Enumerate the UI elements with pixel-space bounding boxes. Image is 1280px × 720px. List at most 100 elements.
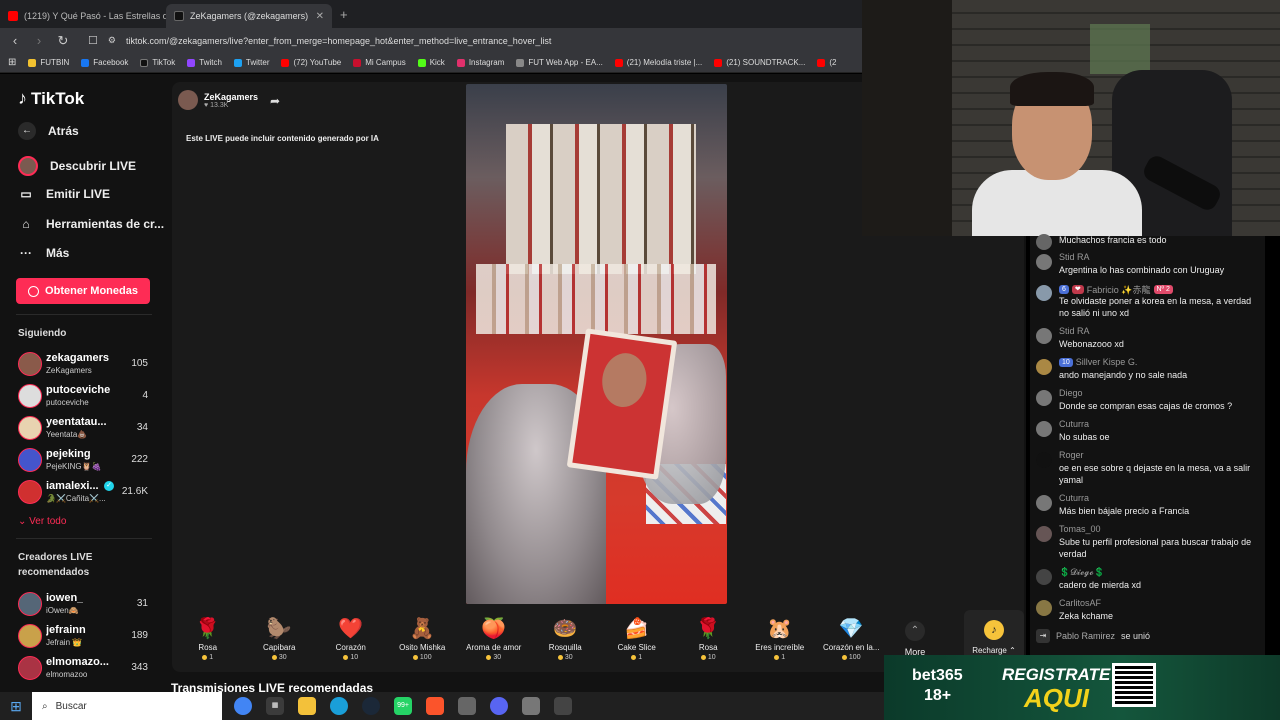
tiktok-logo[interactable]: ♪ TikTok [18, 88, 84, 109]
host-info[interactable]: ZeKagamers ♥ 13.3K [178, 90, 258, 110]
back-icon[interactable]: ‹ [8, 33, 22, 48]
apps-grid-icon[interactable]: ⊞ [8, 57, 16, 68]
chat-username[interactable]: Stid RA [1059, 252, 1090, 262]
taskbar-search[interactable]: ⌕ Buscar [32, 692, 222, 720]
following-account[interactable]: pejeking PejeKING🦉🍇 222 [18, 446, 148, 476]
chat-username[interactable]: CarlitosAF [1059, 598, 1101, 608]
gift-item[interactable]: 🧸 Osito Mishka 100 [387, 617, 459, 661]
join-notice: ⇥ Pablo Ramirez se unió [1036, 629, 1150, 643]
live-video[interactable] [466, 84, 727, 604]
steam-icon[interactable] [362, 697, 380, 715]
bookmark-mi-campus[interactable]: Mi Campus [353, 58, 406, 67]
site-info-icon[interactable]: ⚙ [108, 35, 116, 46]
close-tab-icon[interactable]: ✕ [316, 11, 324, 22]
bookmark-kick[interactable]: Kick [417, 58, 445, 67]
gift-item[interactable]: 🌹 Rosa 10 [673, 617, 745, 661]
discord-icon[interactable] [490, 697, 508, 715]
avatar[interactable] [1036, 569, 1052, 585]
chat-username[interactable]: Diego [1059, 388, 1083, 398]
gift-item[interactable]: 🍑 Aroma de amor 30 [458, 617, 530, 661]
chat-username[interactable]: Cuturra [1059, 493, 1089, 503]
avatar[interactable] [1036, 526, 1052, 542]
avatar[interactable] [1036, 254, 1052, 270]
following-account[interactable]: yeentatau... Yeentata💩 34 [18, 414, 148, 444]
bookmark-melodia[interactable]: (21) Melodía triste |... [614, 58, 702, 67]
edge-icon[interactable] [330, 697, 348, 715]
chat-username[interactable]: Stid RA [1059, 326, 1090, 336]
bookmark-youtube[interactable]: (72) YouTube [281, 58, 341, 67]
sidebar-item-herramientas[interactable]: ⌂ Herramientas de cr... [18, 217, 164, 231]
avatar[interactable] [1036, 452, 1052, 468]
gift-item[interactable]: ❤️ Corazón 10 [315, 617, 387, 661]
get-coins-button[interactable]: Obtener Monedas [16, 278, 150, 304]
avatar[interactable] [1036, 359, 1052, 375]
avatar [18, 656, 42, 680]
joined-username[interactable]: Pablo Ramirez [1056, 631, 1115, 641]
following-account[interactable]: putoceviche putoceviche 4 [18, 382, 148, 412]
bookmark-soundtrack[interactable]: (21) SOUNDTRACK... [714, 58, 805, 67]
windows-start-icon[interactable]: ⊞ [0, 698, 32, 715]
recommended-account[interactable]: elmomazo... elmomazoo 343 [18, 654, 148, 684]
browser-tab-tiktok[interactable]: ZeKagamers (@zekagamers) ✕ [166, 4, 332, 28]
sidebar-item-emitir-live[interactable]: ▭ Emitir LIVE [18, 187, 110, 201]
chat-username[interactable]: 💲𝓓𝓲𝓮𝓰𝓸💲 [1059, 567, 1105, 578]
instagram-icon [456, 58, 465, 67]
new-tab-button[interactable]: + [332, 7, 356, 22]
app-icon[interactable] [458, 697, 476, 715]
level-badge: 6 [1059, 285, 1069, 294]
gift-item[interactable]: 🍩 Rosquilla 30 [530, 617, 602, 661]
sidebar-item-descubrir-live[interactable]: Descubrir LIVE [18, 156, 136, 176]
more-gifts-button[interactable]: ⌃ More [887, 621, 943, 657]
store-icon[interactable]: ▦ [266, 697, 284, 715]
following-account[interactable]: iamalexi... ✓ 🐊⚔️Cañita⚔️... 21.6K [18, 478, 148, 508]
address-bar: ‹ › ↻ ☐ ⚙ tiktok.com/@zekagamers/live?en… [0, 28, 862, 53]
brave-icon[interactable] [426, 697, 444, 715]
gift-item[interactable]: 🍰 Cake Slice 1 [601, 617, 673, 661]
recommended-account[interactable]: jefrainn Jefrain 👑 189 [18, 622, 148, 652]
chat-username[interactable]: Cuturra [1059, 419, 1089, 429]
bookmark-facebook[interactable]: Facebook [81, 58, 128, 67]
recommended-account[interactable]: iowen_ iOwen🙈 31 [18, 590, 148, 620]
see-all-link[interactable]: ⌄ Ver todo [18, 516, 66, 527]
avatar[interactable] [1036, 421, 1052, 437]
gift-item[interactable]: 💎 Corazón en la... 100 [816, 617, 888, 661]
chat-username[interactable]: Roger [1059, 450, 1084, 460]
file-explorer-icon[interactable] [298, 697, 316, 715]
avatar[interactable] [1036, 285, 1052, 301]
browser-tab-youtube[interactable]: (1219) Y Qué Pasó - Las Estrellas de la [0, 4, 166, 28]
bookmark-instagram[interactable]: Instagram [456, 58, 504, 67]
app-icon[interactable] [554, 697, 572, 715]
chrome-icon[interactable] [234, 697, 252, 715]
whatsapp-icon[interactable]: 99+ [394, 697, 412, 715]
url-text[interactable]: tiktok.com/@zekagamers/live?enter_from_m… [126, 36, 551, 46]
gift-item[interactable]: 🌹 Rosa 1 [172, 617, 244, 661]
reload-icon[interactable]: ↻ [56, 33, 70, 49]
chat-username[interactable]: Tomas_00 [1059, 524, 1101, 534]
ad-brand: bet365 [912, 667, 963, 684]
app-icon[interactable] [522, 697, 540, 715]
host-avatar[interactable] [178, 90, 198, 110]
bookmark-futbin[interactable]: FUTBIN [28, 58, 69, 67]
sidebar-item-mas[interactable]: ··· Más [18, 246, 69, 260]
bookmark-star-icon[interactable]: ☐ [88, 34, 98, 47]
capybara-icon: 🦫 [266, 618, 292, 640]
forward-icon[interactable]: › [32, 33, 46, 48]
bookmark-tiktok[interactable]: TikTok [140, 58, 175, 67]
bookmark-truncated[interactable]: (2 [817, 58, 836, 67]
avatar[interactable] [1036, 600, 1052, 616]
bookmark-twitch[interactable]: Twitch [187, 58, 222, 67]
bookmark-twitter[interactable]: Twitter [233, 58, 269, 67]
following-account[interactable]: zekagamers ZeKagamers 105 [18, 350, 148, 380]
avatar[interactable] [1036, 328, 1052, 344]
back-button[interactable]: ← Atrás [18, 122, 79, 140]
avatar[interactable] [1036, 495, 1052, 511]
avatar[interactable] [1036, 390, 1052, 406]
share-icon[interactable]: ➦ [270, 94, 280, 108]
gift-item[interactable]: 🦫 Capibara 30 [244, 617, 316, 661]
chat-username[interactable]: 10 Sillver Kispe G. [1059, 357, 1137, 367]
bookmark-fut-web-app[interactable]: FUT Web App - EA... [516, 58, 603, 67]
url-field[interactable]: ☐ ⚙ tiktok.com/@zekagamers/live?enter_fr… [88, 34, 854, 47]
avatar[interactable] [1036, 234, 1052, 250]
bet365-ad-banner[interactable]: bet365 18+ REGISTRATE AQUI [884, 655, 1280, 720]
gift-item[interactable]: 🐹 Eres increíble 1 [744, 617, 816, 661]
